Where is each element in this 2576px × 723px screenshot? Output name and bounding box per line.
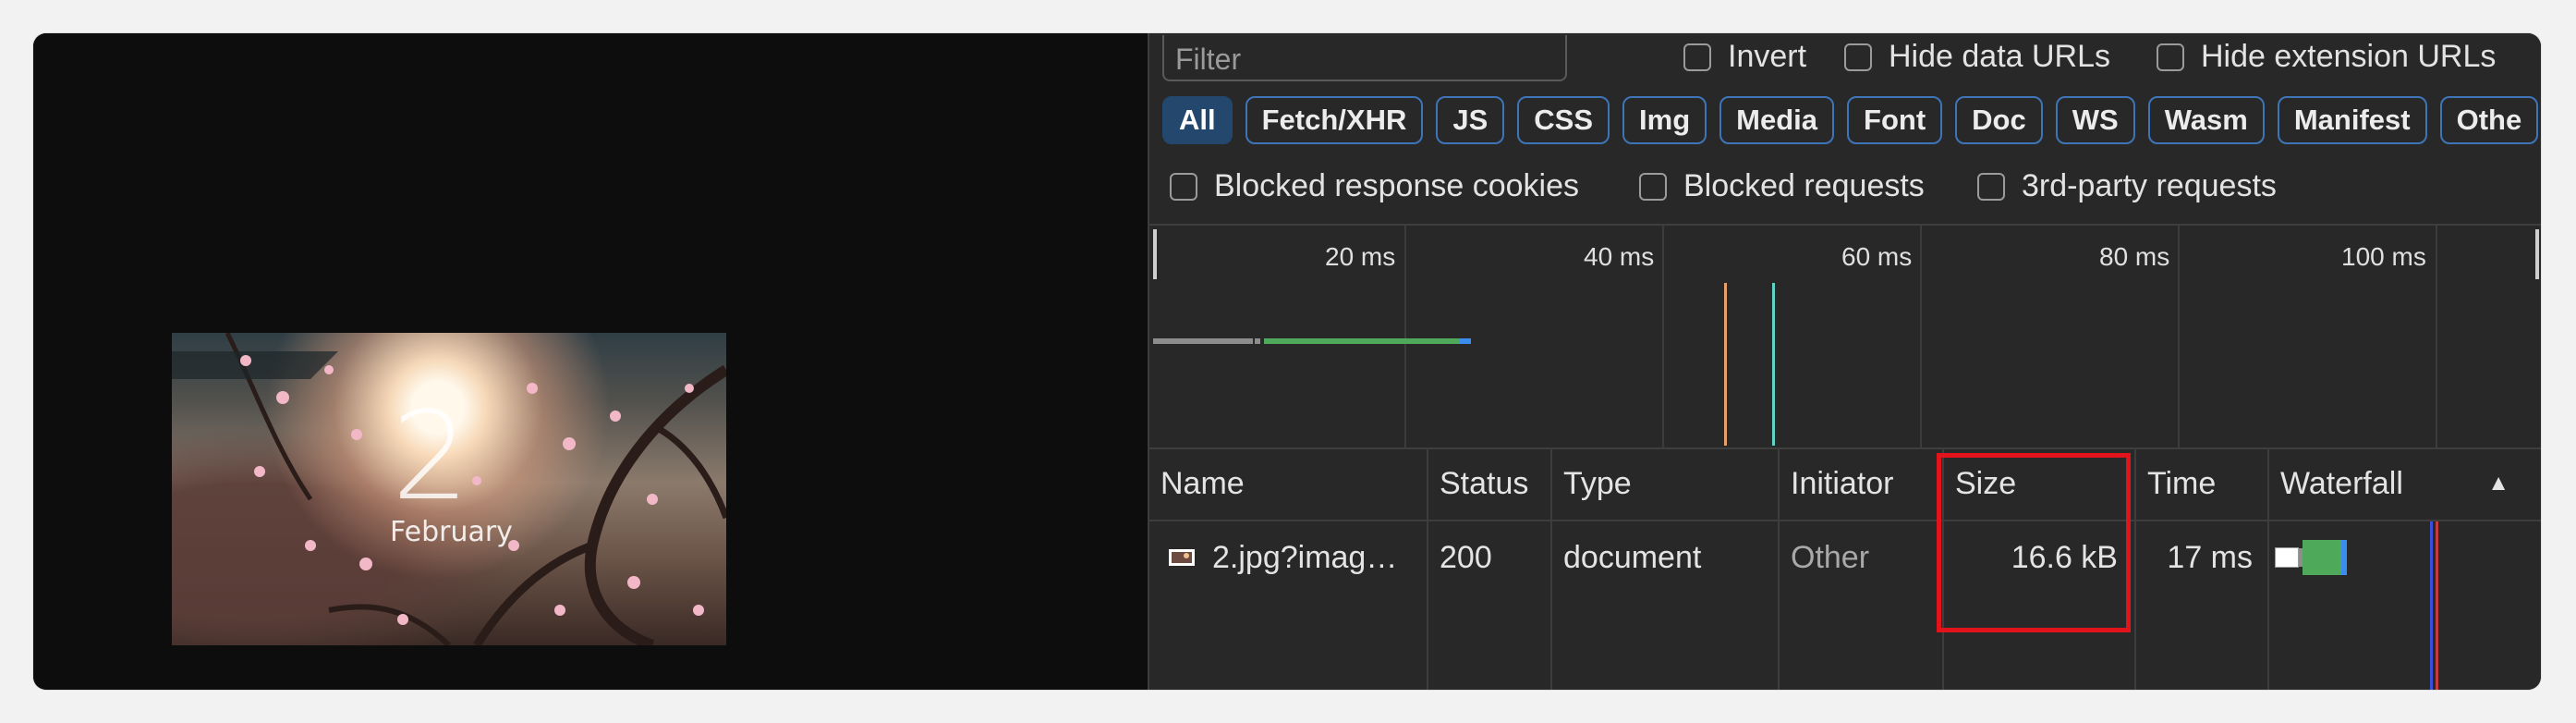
filter-bar: Filter Invert Hide data URLs Hide extens… (1149, 33, 2541, 89)
timeline-tick-label: 80 ms (2099, 242, 2170, 271)
timeline-tick-label: 100 ms (2341, 242, 2426, 271)
timeline-overview[interactable]: 20 ms 40 ms 60 ms 80 ms 100 ms (1149, 224, 2541, 449)
timeline-gridline (2436, 226, 2437, 447)
plum-blossom-image: 2 February (172, 333, 726, 645)
type-filter-doc[interactable]: Doc (1955, 96, 2043, 144)
invert-label: Invert (1728, 39, 1807, 74)
request-name-cell[interactable]: 2.jpg?imag… (1168, 525, 1427, 590)
waterfall-load-line (2436, 521, 2438, 690)
request-status: 200 (1440, 539, 1492, 575)
timeline-left-handle[interactable] (1153, 229, 1157, 279)
hide-extension-urls-label: Hide extension URLs (2201, 39, 2497, 74)
type-filter-fetch-xhr[interactable]: Fetch/XHR (1245, 96, 1424, 144)
request-time: 17 ms (2167, 539, 2253, 575)
hide-data-urls-label: Hide data URLs (1889, 39, 2111, 74)
timeline-gridline (1920, 226, 1922, 447)
timeline-gridline (1662, 226, 1664, 447)
timeline-download-bar (1264, 338, 1460, 344)
load-event-line (1772, 283, 1775, 446)
requests-table: Name Status Type Initiator Size Time Wat… (1149, 447, 2541, 690)
type-filter-css[interactable]: CSS (1517, 96, 1610, 144)
checkbox-box (1683, 43, 1711, 71)
waterfall-waiting-segment (2275, 547, 2299, 568)
sort-ascending-icon: ▲ (2487, 471, 2509, 496)
hide-extension-urls-checkbox[interactable]: Hide extension URLs (2157, 39, 2496, 75)
timeline-gridline (1404, 226, 1406, 447)
checkbox-box (1639, 172, 1667, 201)
type-filter-js[interactable]: JS (1436, 96, 1505, 144)
column-header-type[interactable]: Type (1552, 447, 1778, 520)
checkbox-box (1170, 172, 1197, 201)
column-header-status[interactable]: Status (1428, 447, 1550, 520)
request-type: document (1563, 539, 1702, 575)
invert-checkbox[interactable]: Invert (1683, 39, 1806, 75)
waterfall-download-segment (2303, 540, 2341, 575)
page-viewport: 2 February (33, 33, 1148, 690)
type-filter-manifest[interactable]: Manifest (2277, 96, 2427, 144)
dom-content-loaded-line (1724, 283, 1727, 446)
timeline-tick-label: 20 ms (1325, 242, 1396, 271)
type-filter-font[interactable]: Font (1847, 96, 1943, 144)
type-filter-all[interactable]: All (1162, 96, 1233, 144)
type-filter-wasm[interactable]: Wasm (2147, 96, 2265, 144)
column-divider (1778, 447, 1780, 690)
timeline-tick-label: 60 ms (1841, 242, 1913, 271)
column-header-name[interactable]: Name (1149, 447, 1427, 520)
browser-window: 2 February Filter Invert Hide data URLs … (33, 33, 2541, 690)
third-party-requests-label: 3rd-party requests (2022, 168, 2277, 203)
resource-type-filters: All Fetch/XHR JS CSS Img Media Font Doc … (1162, 96, 2539, 144)
request-name: 2.jpg?imag… (1212, 539, 1398, 575)
third-party-requests-checkbox[interactable]: 3rd-party requests (1977, 168, 2277, 204)
request-waterfall (2275, 525, 2515, 590)
blocked-requests-checkbox[interactable]: Blocked requests (1639, 168, 1925, 204)
date-month-label: February (390, 516, 513, 548)
timeline-tick-label: 40 ms (1584, 242, 1655, 271)
timeline-content-bar (1460, 338, 1471, 344)
column-divider (2267, 447, 2269, 690)
column-header-initiator[interactable]: Initiator (1780, 447, 1942, 520)
waterfall-dcl-line (2430, 521, 2433, 690)
timeline-waiting-bar (1153, 338, 1253, 344)
waterfall-content-segment (2341, 540, 2347, 575)
date-day-number: 2 (392, 386, 469, 528)
checkbox-box (2157, 43, 2184, 71)
column-header-time[interactable]: Time (2136, 447, 2267, 520)
checkbox-box (1844, 43, 1872, 71)
column-header-waterfall[interactable]: Waterfall ▲ (2269, 447, 2509, 520)
timeline-gridline (2178, 226, 2180, 447)
timeline-queue-bar (1255, 338, 1260, 344)
type-filter-other[interactable]: Othe (2439, 96, 2539, 144)
image-file-icon (1169, 549, 1195, 566)
checkbox-box (1977, 172, 2005, 201)
table-header-divider (1149, 520, 2541, 521)
column-divider (1427, 447, 1428, 690)
network-panel: Filter Invert Hide data URLs Hide extens… (1148, 33, 2541, 690)
type-filter-media[interactable]: Media (1719, 96, 1835, 144)
column-divider (1550, 447, 1552, 690)
blocked-response-cookies-checkbox[interactable]: Blocked response cookies (1170, 168, 1579, 204)
blocked-requests-label: Blocked requests (1683, 168, 1925, 203)
type-filter-ws[interactable]: WS (2055, 96, 2135, 144)
filter-input[interactable]: Filter (1162, 35, 1567, 81)
timeline-right-handle[interactable] (2535, 229, 2539, 279)
request-initiator: Other (1791, 539, 1870, 575)
size-column-highlight-box (1937, 453, 2131, 632)
hide-data-urls-checkbox[interactable]: Hide data URLs (1844, 39, 2110, 75)
blocked-response-cookies-label: Blocked response cookies (1214, 168, 1580, 203)
type-filter-img[interactable]: Img (1622, 96, 1707, 144)
waterfall-header-label: Waterfall (2280, 465, 2403, 501)
